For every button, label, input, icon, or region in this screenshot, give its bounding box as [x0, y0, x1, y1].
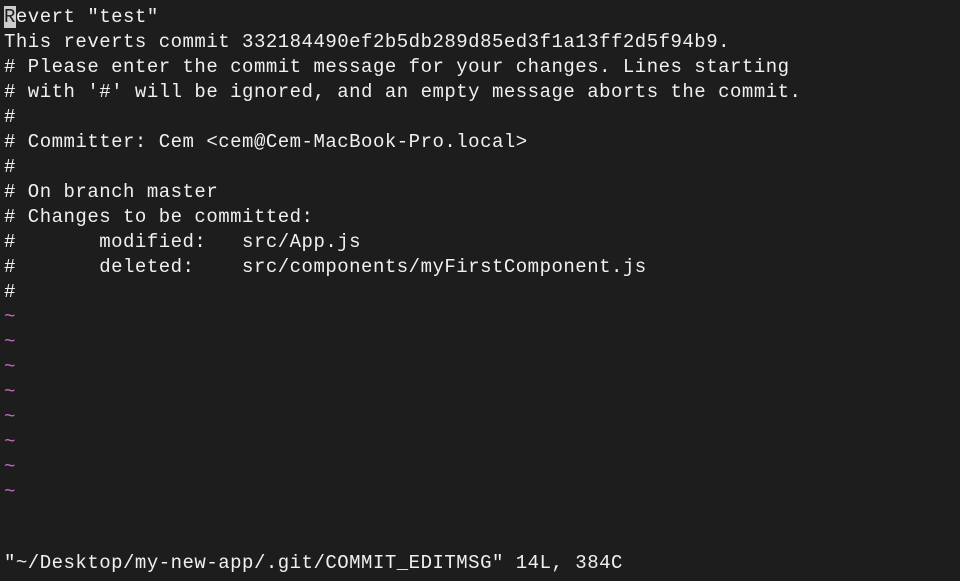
empty-line-tilde: ~	[4, 355, 956, 380]
empty-line-tilde: ~	[4, 380, 956, 405]
text-line: This reverts commit 332184490ef2b5db289d…	[4, 30, 956, 55]
comment-line: #	[4, 155, 956, 180]
empty-line-tilde: ~	[4, 330, 956, 355]
comment-line: # Please enter the commit message for yo…	[4, 55, 956, 80]
comment-line: # On branch master	[4, 180, 956, 205]
comment-line: #	[4, 280, 956, 305]
title-text: evert "test"	[16, 6, 159, 28]
empty-line-tilde: ~	[4, 430, 956, 455]
vim-status-line: "~/Desktop/my-new-app/.git/COMMIT_EDITMS…	[4, 551, 623, 576]
comment-line: #	[4, 105, 956, 130]
cursor: R	[4, 6, 16, 28]
comment-line: # modified: src/App.js	[4, 230, 956, 255]
terminal-editor[interactable]: Revert "test" This reverts commit 332184…	[4, 5, 956, 576]
empty-line-tilde: ~	[4, 455, 956, 480]
empty-line-tilde: ~	[4, 480, 956, 505]
comment-line: # Committer: Cem <cem@Cem-MacBook-Pro.lo…	[4, 130, 956, 155]
empty-line-tilde: ~	[4, 405, 956, 430]
comment-line: # with '#' will be ignored, and an empty…	[4, 80, 956, 105]
comment-line: # Changes to be committed:	[4, 205, 956, 230]
empty-line-tilde: ~	[4, 305, 956, 330]
comment-line: # deleted: src/components/myFirstCompone…	[4, 255, 956, 280]
commit-title-line: Revert "test"	[4, 5, 956, 30]
